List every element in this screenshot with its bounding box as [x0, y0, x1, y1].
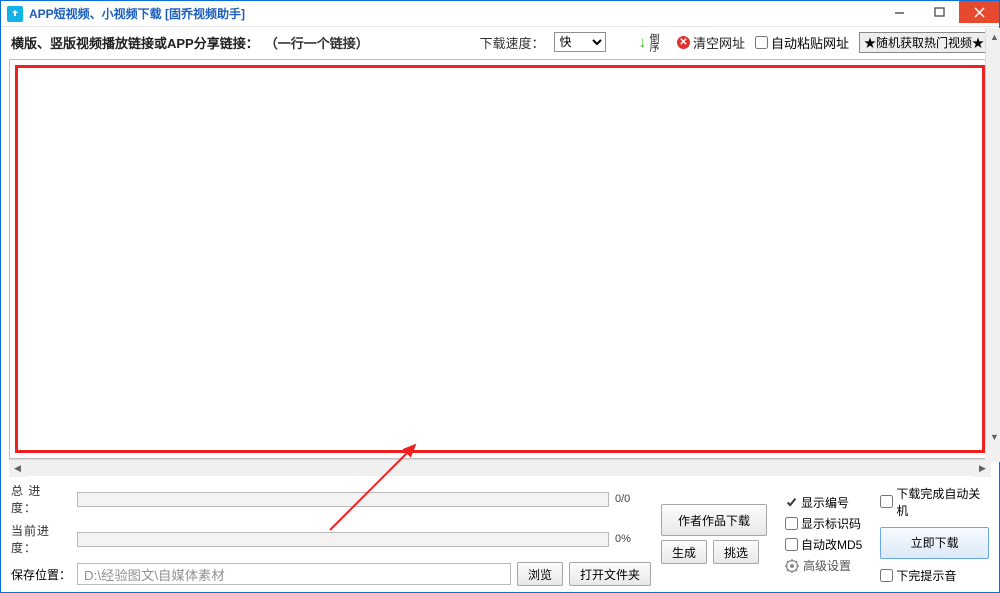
generate-button[interactable]: 生成: [661, 540, 707, 564]
speed-label: 下载速度：: [479, 33, 544, 52]
finish-sound-checkbox[interactable]: 下完提示音: [880, 567, 989, 584]
gear-icon: [785, 559, 799, 573]
current-progress-bar: [77, 532, 609, 547]
advanced-settings-button[interactable]: 高级设置: [785, 557, 862, 574]
scroll-down-icon[interactable]: ▼: [986, 428, 1000, 445]
current-progress-label: 当前进度：: [11, 522, 71, 556]
auto-shutdown-checkbox[interactable]: 下载完成自动关机: [880, 485, 989, 519]
maximize-button[interactable]: [919, 1, 959, 23]
toolbar: 横版、竖版视频播放链接或APP分享链接： （一行一个链接） 下载速度： 快 ↓ …: [1, 27, 999, 57]
url-hint: （一行一个链接）: [265, 33, 369, 52]
scroll-left-icon[interactable]: ◀: [9, 460, 26, 477]
highlight-box: [15, 65, 985, 453]
speed-select[interactable]: 快: [554, 32, 606, 52]
scroll-corner: [985, 445, 1000, 462]
titlebar: APP短视频、小视频下载 [固乔视频助手]: [1, 1, 999, 27]
save-path-input[interactable]: [77, 563, 511, 585]
autopaste-checkbox[interactable]: 自动粘贴网址: [755, 33, 849, 52]
open-folder-button[interactable]: 打开文件夹: [569, 562, 651, 586]
close-button[interactable]: [959, 1, 999, 23]
show-marker-checkbox[interactable]: 显示标识码: [785, 515, 862, 532]
url-label: 横版、竖版视频播放链接或APP分享链接：: [11, 33, 259, 52]
save-path-label: 保存位置：: [11, 566, 71, 583]
scroll-right-icon[interactable]: ▶: [974, 460, 991, 477]
auto-md5-checkbox[interactable]: 自动改MD5: [785, 536, 862, 553]
current-progress-value: 0%: [615, 533, 651, 545]
total-progress-bar: [77, 492, 609, 507]
browse-button[interactable]: 浏览: [517, 562, 563, 586]
app-icon: [7, 6, 23, 22]
minimize-button[interactable]: [879, 1, 919, 23]
url-textarea[interactable]: [9, 59, 991, 459]
download-now-button[interactable]: 立即下载: [880, 527, 989, 559]
total-progress-value: 0/0: [615, 493, 651, 505]
window-title: APP短视频、小视频下载 [固乔视频助手]: [29, 5, 879, 22]
total-progress-label: 总 进 度：: [11, 482, 71, 516]
clear-url-button[interactable]: ✕ 清空网址: [677, 33, 745, 52]
scroll-up-icon[interactable]: ▲: [986, 28, 1000, 45]
clear-icon: ✕: [677, 36, 690, 49]
author-works-button[interactable]: 作者作品下载: [661, 504, 767, 536]
vertical-scrollbar[interactable]: ▲ ▼: [985, 28, 1000, 445]
show-index-checkbox[interactable]: 显示编号: [785, 494, 862, 511]
horizontal-scrollbar[interactable]: ◀ ▶: [9, 459, 991, 476]
arrow-down-icon: ↓: [638, 34, 646, 51]
sort-button[interactable]: ↓ 倒序: [638, 33, 667, 51]
pick-button[interactable]: 挑选: [713, 540, 759, 564]
random-video-button[interactable]: ★随机获取热门视频★: [859, 32, 989, 53]
